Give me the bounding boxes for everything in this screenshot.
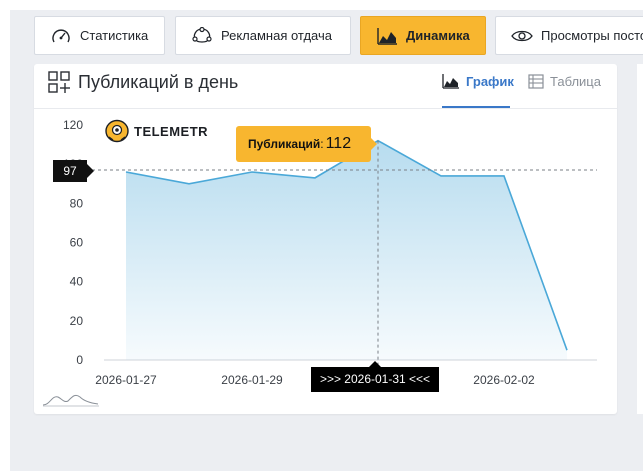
data-tooltip: Публикаций : 112 bbox=[236, 126, 377, 162]
y-tick-label: 0 bbox=[76, 353, 83, 367]
tab-statistics[interactable]: Статистика bbox=[34, 16, 165, 55]
speedometer-icon bbox=[50, 27, 72, 45]
tab-ad-returns[interactable]: Рекламная отдача bbox=[175, 16, 351, 55]
data-point bbox=[125, 171, 128, 174]
chart-card: Публикаций в день График Таблица 0 20 40 60… bbox=[34, 64, 617, 414]
area-chart-icon bbox=[376, 27, 398, 45]
tab-label: Рекламная отдача bbox=[221, 28, 332, 43]
y-tick-label: 80 bbox=[70, 196, 84, 210]
crosshair-value-badge: 97 bbox=[53, 160, 94, 182]
tab-label: Просмотры постов bbox=[541, 28, 643, 43]
tooltip-value: 112 bbox=[325, 135, 352, 152]
tab-label: Статистика bbox=[80, 28, 149, 43]
x-tick-label: 2026-01-27 bbox=[95, 373, 157, 387]
tooltip-label: Публикаций bbox=[248, 137, 321, 151]
left-strip bbox=[0, 0, 10, 471]
crosshair-date-badge: >>> 2026-01-31 <<< bbox=[311, 361, 439, 392]
x-tick-label: 2026-01-29 bbox=[221, 373, 283, 387]
y-tick-label: 40 bbox=[70, 275, 84, 289]
tab-label: Динамика bbox=[406, 28, 470, 43]
range-navigator-icon[interactable] bbox=[42, 389, 100, 407]
data-point bbox=[503, 174, 506, 177]
data-point bbox=[188, 182, 191, 185]
data-point bbox=[314, 176, 317, 179]
data-point bbox=[566, 349, 569, 352]
series-area bbox=[126, 140, 567, 360]
tab-post-views[interactable]: Просмотры постов bbox=[495, 16, 643, 55]
y-tick-label: 60 bbox=[70, 236, 84, 250]
tab-dynamics[interactable]: Динамика bbox=[360, 16, 486, 55]
top-strip bbox=[0, 0, 643, 10]
y-tick-label: 120 bbox=[63, 118, 83, 132]
data-point bbox=[440, 174, 443, 177]
eye-icon bbox=[511, 27, 533, 45]
y-tick-label: 20 bbox=[70, 314, 84, 328]
data-point bbox=[251, 171, 254, 174]
network-icon bbox=[191, 26, 213, 45]
x-tick-label: 2026-02-02 bbox=[473, 373, 535, 387]
publications-chart[interactable]: 0204060801001202026-01-272026-01-292026-… bbox=[34, 64, 617, 414]
telemetr-logo: TELEMETR bbox=[104, 119, 208, 143]
next-card-edge bbox=[637, 64, 643, 414]
